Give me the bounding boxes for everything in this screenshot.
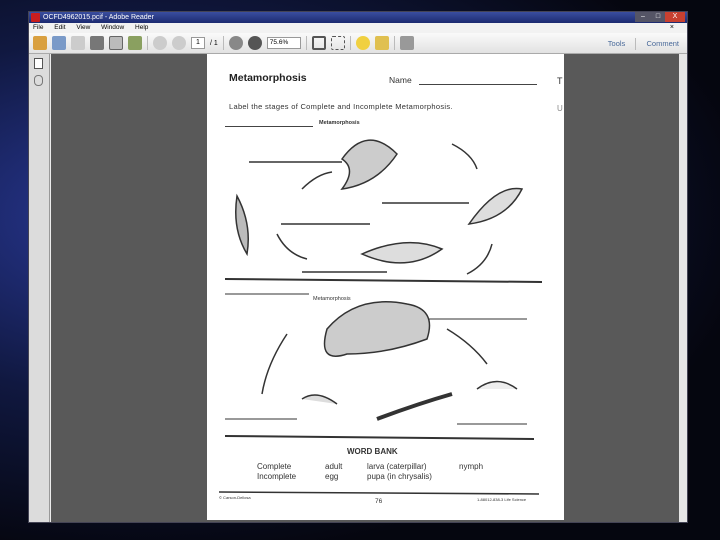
worksheet-title: Metamorphosis: [229, 72, 307, 84]
word-bank-col: Complete Incomplete: [257, 462, 296, 482]
page-number: 76: [375, 498, 383, 505]
adobe-reader-window: OCFD4962015.pcif - Adobe Reader – □ X Fi…: [28, 11, 688, 523]
word-bank-col: larva (caterpillar) pupa (in chrysalis): [367, 462, 432, 482]
name-line: [419, 84, 537, 85]
zoom-select[interactable]: 75.6%: [266, 37, 301, 49]
eggs-drawing: [476, 380, 518, 390]
divider: [147, 36, 148, 50]
pages-icon[interactable]: [34, 58, 43, 69]
leaf-egg-drawing: [467, 187, 524, 225]
grasshopper-drawing: [323, 301, 431, 357]
word: larva (caterpillar): [367, 462, 427, 471]
page-total: / 1: [210, 39, 218, 47]
footer-right: 1-88012-838-3 Life Science: [477, 497, 527, 502]
fit-page-icon[interactable]: [311, 36, 326, 50]
title-bar: OCFD4962015.pcif - Adobe Reader – □ X: [29, 12, 687, 23]
divider: [393, 36, 395, 50]
name-label: Name: [389, 75, 412, 85]
divider: [305, 36, 307, 50]
window-title: OCFD4962015.pcif - Adobe Reader: [43, 14, 154, 21]
arrow: [276, 233, 308, 260]
pdf-page: Metamorphosis Name T U Label the stages …: [207, 54, 564, 520]
adobe-icon: [31, 13, 40, 22]
create-pdf-icon[interactable]: [33, 36, 47, 50]
next-page-icon[interactable]: [172, 36, 186, 50]
navigation-pane: [29, 54, 50, 522]
edge-letter: T: [557, 76, 563, 86]
prev-page-icon[interactable]: [153, 36, 167, 50]
tools-button[interactable]: Tools: [608, 39, 626, 48]
review-icon[interactable]: [128, 36, 142, 50]
divider: [349, 36, 351, 50]
menu-view[interactable]: View: [76, 24, 90, 31]
menu-window[interactable]: Window: [101, 24, 124, 31]
menu-bar: File Edit View Window Help ×: [29, 23, 687, 33]
page-number-input[interactable]: 1: [191, 37, 205, 49]
word: pupa (in chrysalis): [367, 472, 432, 481]
menu-edit[interactable]: Edit: [54, 24, 65, 31]
minimize-button[interactable]: –: [635, 12, 651, 22]
document-view[interactable]: Metamorphosis Name T U Label the stages …: [51, 54, 679, 522]
menu-help[interactable]: Help: [135, 24, 148, 31]
arrow: [446, 328, 488, 365]
section2-label: Metamorphosis: [313, 296, 351, 302]
zoom-in-icon[interactable]: [247, 36, 262, 50]
sign-icon[interactable]: [374, 36, 389, 50]
arrow: [376, 392, 453, 421]
butterfly-drawing: [340, 139, 398, 190]
toolbar: 1 / 1 75.6% Tools Comment: [29, 33, 687, 54]
comment-icon[interactable]: [355, 36, 370, 50]
close-button[interactable]: X: [665, 12, 685, 22]
divider: [635, 38, 637, 50]
fullscreen-icon[interactable]: [399, 36, 414, 50]
word-bank-title: WORD BANK: [347, 447, 398, 456]
zoom-out-icon[interactable]: [228, 36, 243, 50]
print-icon[interactable]: [90, 36, 104, 50]
edit-icon[interactable]: [52, 36, 66, 50]
instruction: Label the stages of Complete and Incompl…: [229, 102, 453, 111]
vertical-scrollbar[interactable]: [679, 54, 687, 522]
edge-letter: U: [557, 104, 563, 113]
word: egg: [325, 472, 339, 481]
arrow: [301, 171, 333, 190]
nymph-drawing: [301, 394, 338, 405]
caterpillar-leaf-drawing: [360, 241, 444, 264]
word: Complete: [257, 462, 292, 471]
arrow: [466, 243, 493, 275]
attachments-icon[interactable]: [34, 75, 43, 86]
word: Incomplete: [257, 472, 297, 481]
footer-left: © Carson-Dellosa: [219, 495, 251, 500]
scroll-icon[interactable]: [330, 36, 345, 50]
divider: [222, 36, 224, 50]
arrow: [451, 143, 478, 170]
word: nymph: [459, 462, 484, 471]
menu-file[interactable]: File: [33, 24, 43, 31]
close-doc-icon[interactable]: ×: [670, 23, 674, 33]
word: adult: [325, 462, 343, 471]
email-icon[interactable]: [109, 36, 123, 50]
comment-button[interactable]: Comment: [646, 39, 679, 48]
save-icon[interactable]: [71, 36, 85, 50]
chrysalis-drawing: [235, 193, 249, 257]
arrow: [261, 333, 288, 395]
word-bank-col: adult egg: [325, 462, 342, 482]
maximize-button[interactable]: □: [651, 12, 665, 22]
